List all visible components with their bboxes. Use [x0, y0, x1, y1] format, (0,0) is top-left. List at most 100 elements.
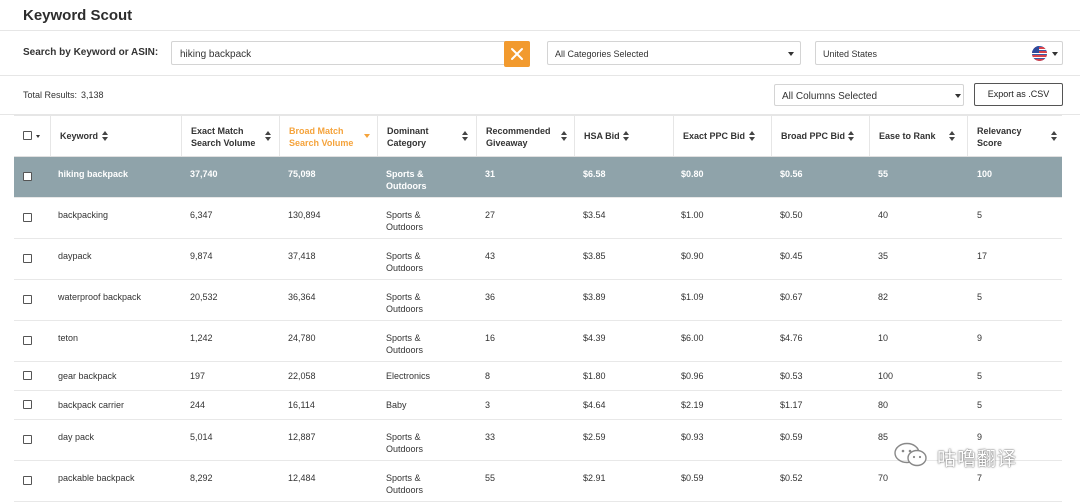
cell-keyword: hiking backpack [58, 169, 129, 179]
cell-category: Electronics [386, 371, 431, 381]
columns-select-value: All Columns Selected [782, 91, 878, 102]
results-toolbar: Total Results: 3,138 All Columns Selected… [0, 76, 1080, 115]
header-dominant-category[interactable]: Dominant Category [377, 116, 476, 156]
cell-exact-ppc-bid: $2.19 [681, 400, 704, 410]
row-checkbox[interactable] [23, 371, 32, 380]
cell-giveaway: 31 [485, 169, 496, 179]
cell-exact-volume: 20,532 [190, 292, 218, 302]
cell-relevancy-score: 5 [977, 292, 983, 302]
table-row[interactable]: day pack 5,014 12,887 Sports & Outdoors 33 $2… [14, 420, 1062, 461]
table-row[interactable]: daypack 9,874 37,418 Sports & Outdoors 43 $3.… [14, 239, 1062, 280]
cell-broad-ppc-bid: $0.52 [780, 473, 803, 483]
cell-broad-volume: 36,364 [288, 292, 316, 302]
cell-broad-volume: 130,894 [288, 210, 321, 220]
header-hsa-bid[interactable]: HSA Bid [574, 116, 673, 156]
close-icon [511, 48, 523, 60]
search-row: Search by Keyword or ASIN: All Categorie… [0, 31, 1080, 76]
cell-broad-ppc-bid: $4.76 [780, 333, 803, 343]
cell-ease-to-rank: 82 [878, 292, 889, 302]
keyword-table: Keyword Exact Match Search Volume Broad … [14, 115, 1062, 502]
cell-ease-to-rank: 100 [878, 371, 894, 381]
row-checkbox[interactable] [23, 336, 32, 345]
cell-giveaway: 8 [485, 371, 491, 381]
header-exact-ppc-bid[interactable]: Exact PPC Bid [673, 116, 771, 156]
table-body: hiking backpack 37,740 75,098 Sports & Outd… [14, 157, 1062, 502]
cell-giveaway: 27 [485, 210, 496, 220]
row-checkbox[interactable] [23, 476, 32, 485]
cell-ease-to-rank: 10 [878, 333, 889, 343]
cell-exact-ppc-bid: $0.80 [681, 169, 704, 179]
table-row[interactable]: teton 1,242 24,780 Sports & Outdoors 16 $4.39… [14, 321, 1062, 362]
cell-relevancy-score: 9 [977, 333, 983, 343]
keyword-scout-app: Keyword Scout Search by Keyword or ASIN:… [0, 0, 1080, 502]
cell-broad-ppc-bid: $0.45 [780, 251, 803, 261]
table-row[interactable]: backpack carrier 244 16,114 Baby 3 $4.64 $2.19… [14, 391, 1062, 420]
cell-keyword: gear backpack [58, 371, 117, 381]
table-row[interactable]: hiking backpack 37,740 75,098 Sports & Outd… [14, 157, 1062, 198]
cell-hsa-bid: $6.58 [583, 169, 606, 179]
cell-relevancy-score: 100 [977, 169, 993, 179]
header-ease-to-rank[interactable]: Ease to Rank [869, 116, 967, 156]
cell-broad-volume: 22,058 [288, 371, 316, 381]
table-row[interactable]: gear backpack 197 22,058 Electronics 8 $1.80 $… [14, 362, 1062, 391]
cell-ease-to-rank: 85 [878, 432, 889, 442]
search-box [171, 41, 530, 67]
header-broad-match-volume[interactable]: Broad Match Search Volume [279, 116, 377, 156]
cell-keyword: waterproof backpack [58, 292, 142, 302]
header-broad-ppc-bid[interactable]: Broad PPC Bid [771, 116, 869, 156]
header-select-all [14, 116, 50, 156]
row-checkbox[interactable] [23, 435, 32, 444]
header-exact-match-volume[interactable]: Exact Match Search Volume [181, 116, 279, 156]
chevron-down-icon[interactable] [36, 135, 40, 138]
search-input[interactable] [180, 47, 500, 61]
table-row[interactable]: backpacking 6,347 130,894 Sports & Outdoors… [14, 198, 1062, 239]
total-results-label: Total Results: [23, 90, 78, 100]
row-checkbox[interactable] [23, 172, 32, 181]
row-checkbox[interactable] [23, 400, 32, 409]
header-keyword[interactable]: Keyword [50, 116, 181, 156]
sort-icon [462, 131, 468, 142]
row-checkbox[interactable] [23, 295, 32, 304]
table-row[interactable]: packable backpack 8,292 12,484 Sports & Out… [14, 461, 1062, 502]
country-select-value: United States [823, 49, 878, 59]
cell-category: Sports & Outdoors [386, 169, 427, 191]
chevron-down-icon [955, 94, 961, 98]
cell-hsa-bid: $2.59 [583, 432, 606, 442]
page-title: Keyword Scout [23, 7, 133, 24]
cell-exact-volume: 6,347 [190, 210, 213, 220]
export-csv-button[interactable]: Export as .CSV [974, 83, 1063, 106]
header-recommended-giveaway[interactable]: Recommended Giveaway [476, 116, 574, 156]
cell-giveaway: 3 [485, 400, 491, 410]
cell-hsa-bid: $3.54 [583, 210, 606, 220]
cell-exact-ppc-bid: $0.96 [681, 371, 704, 381]
cell-ease-to-rank: 40 [878, 210, 889, 220]
row-checkbox[interactable] [23, 213, 32, 222]
columns-select[interactable]: All Columns Selected [774, 84, 964, 106]
table-row[interactable]: waterproof backpack 20,532 36,364 Sports & … [14, 280, 1062, 321]
sort-desc-icon [364, 134, 370, 138]
cell-exact-volume: 9,874 [190, 251, 213, 261]
cell-relevancy-score: 5 [977, 371, 983, 381]
cell-giveaway: 43 [485, 251, 496, 261]
cell-relevancy-score: 5 [977, 210, 983, 220]
sort-icon [848, 131, 854, 142]
cell-relevancy-score: 7 [977, 473, 983, 483]
cell-category: Sports & Outdoors [386, 473, 424, 495]
cell-exact-ppc-bid: $6.00 [681, 333, 704, 343]
cell-ease-to-rank: 80 [878, 400, 889, 410]
cell-keyword: teton [58, 333, 79, 343]
total-results-count: 3,138 [81, 90, 104, 100]
category-select[interactable]: All Categories Selected [547, 41, 801, 65]
row-checkbox[interactable] [23, 254, 32, 263]
sort-icon [749, 131, 755, 142]
cell-category: Sports & Outdoors [386, 333, 424, 355]
clear-search-button[interactable] [504, 41, 530, 67]
header-relevancy-score[interactable]: Relevancy Score [967, 116, 1062, 156]
country-select[interactable]: United States [815, 41, 1063, 65]
cell-hsa-bid: $3.89 [583, 292, 606, 302]
cell-broad-ppc-bid: $0.67 [780, 292, 803, 302]
sort-icon [623, 131, 629, 142]
cell-broad-ppc-bid: $1.17 [780, 400, 803, 410]
select-all-checkbox[interactable] [23, 131, 32, 140]
title-bar: Keyword Scout [0, 0, 1080, 31]
